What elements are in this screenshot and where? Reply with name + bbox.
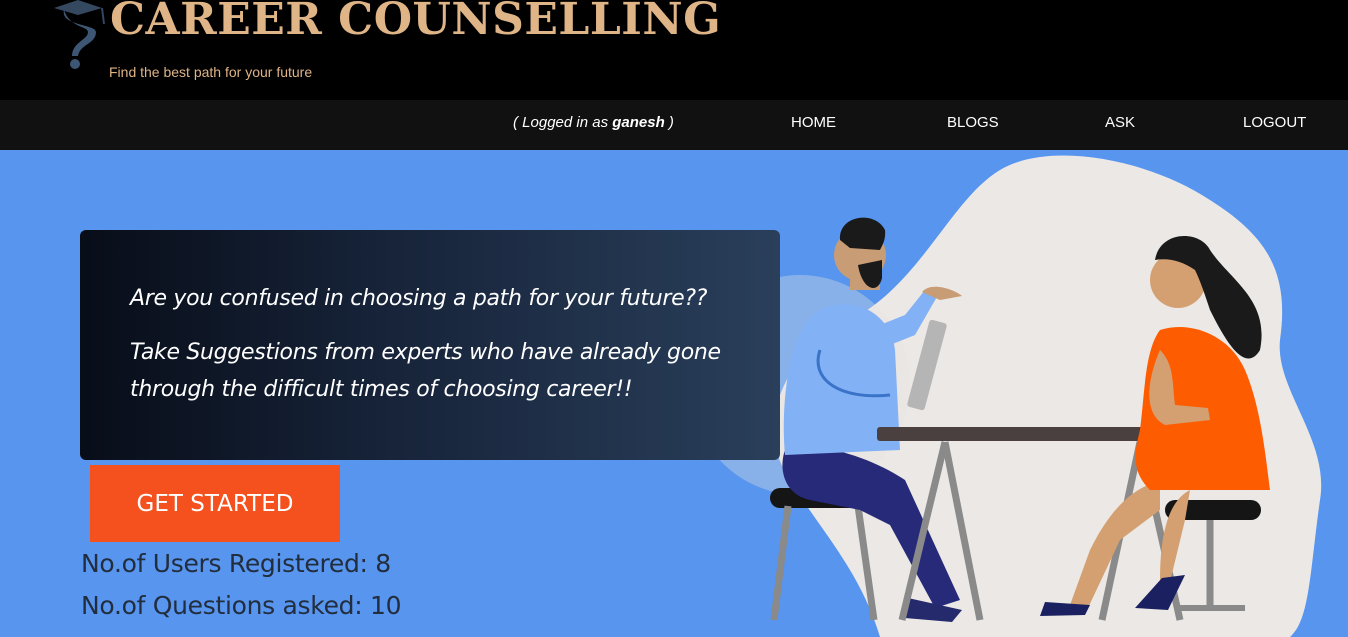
site-tagline: Find the best path for your future xyxy=(109,64,313,80)
man-hair xyxy=(839,217,886,250)
nav-ask-link[interactable]: ASK xyxy=(1105,114,1135,131)
hero-suggestion-line-1: Take Suggestions from experts who have a… xyxy=(130,340,721,365)
question-mark-logo-icon xyxy=(54,0,105,69)
nav-home-link[interactable]: HOME xyxy=(791,114,836,131)
login-prefix: ( Logged in as xyxy=(513,114,613,131)
questions-asked-stat: No.of Questions asked: 10 xyxy=(81,591,402,620)
navbar xyxy=(0,100,1348,150)
counselling-illustration xyxy=(690,155,1322,637)
site-title: CAREER COUNSELLING xyxy=(110,0,722,45)
nav-blogs-link[interactable]: BLOGS xyxy=(947,114,999,131)
hero-question: Are you confused in choosing a path for … xyxy=(130,286,708,311)
chair-left-leg xyxy=(770,505,792,621)
nav-logout-link[interactable]: LOGOUT xyxy=(1243,114,1306,131)
username: ganesh xyxy=(612,114,665,131)
users-registered-stat: No.of Users Registered: 8 xyxy=(81,549,391,578)
hero-suggestion-line-2: through the difficult times of choosing … xyxy=(130,377,633,402)
login-suffix: ) xyxy=(664,114,674,131)
login-status: ( Logged in as ganesh ) xyxy=(513,114,674,131)
get-started-button[interactable]: GET STARTED xyxy=(90,465,340,542)
